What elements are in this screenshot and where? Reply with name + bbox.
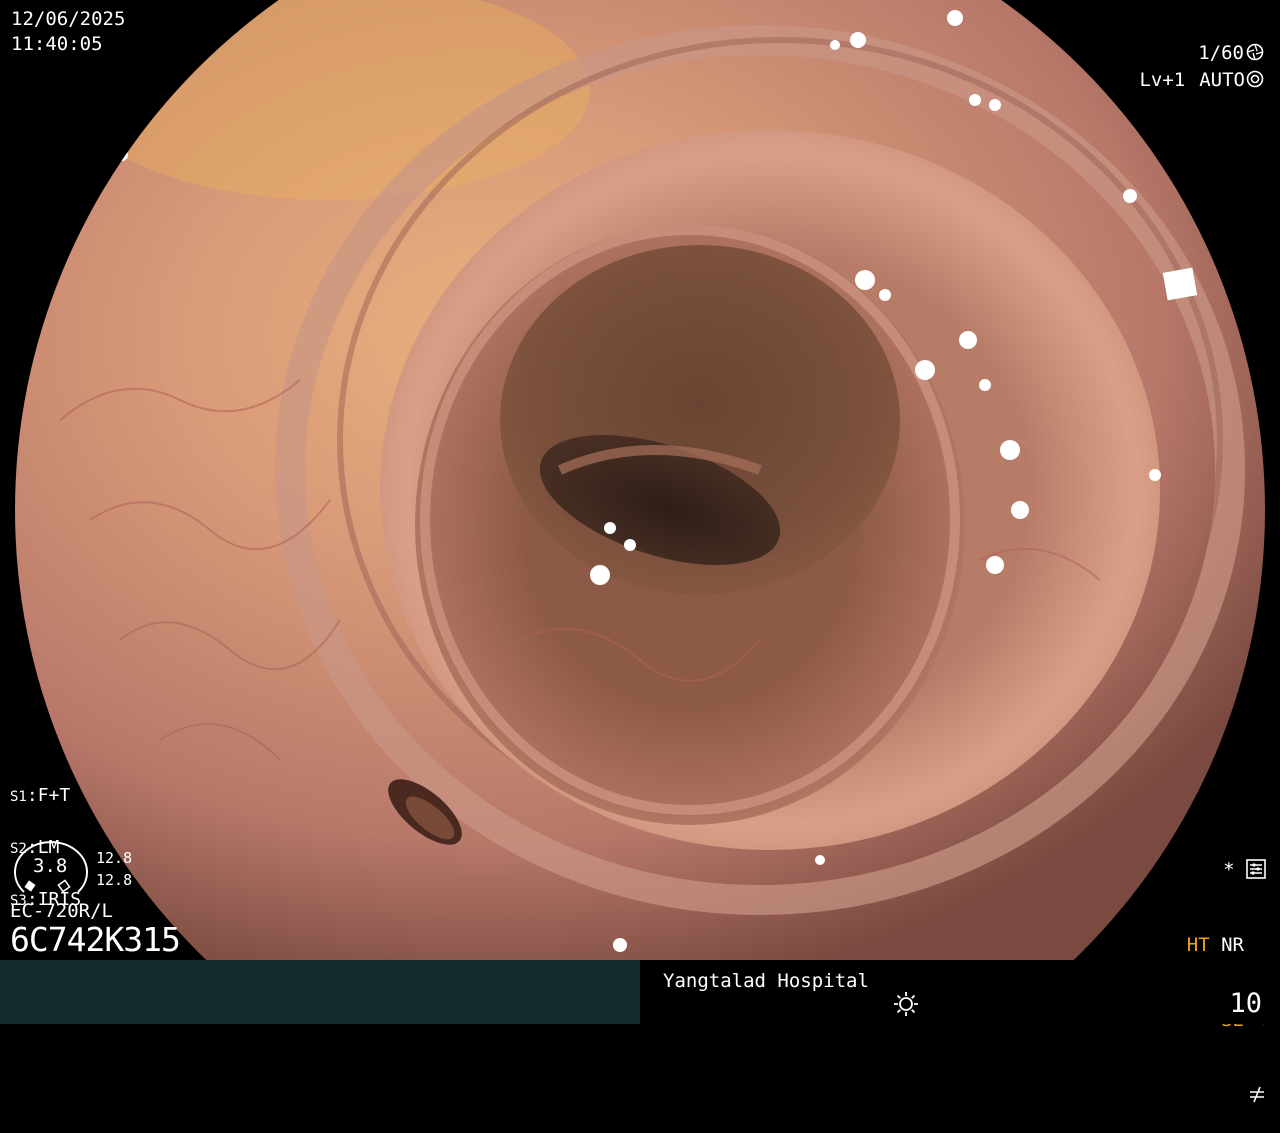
gauge-numbers: 12.8 12.8 [96,847,132,891]
scope-model: EC-720R/L [10,900,113,922]
iris-mode: AUTO [1199,69,1245,91]
gauge-bottom: 12.8 [96,871,133,889]
strike-icon [1250,1086,1264,1103]
asterisk: * [1223,859,1235,881]
level-value: Lv+1 [1139,69,1186,91]
ht-label: HT [1186,934,1210,956]
ht-nr-row: HT NR [1187,933,1266,958]
settings-icon [1246,859,1266,879]
strike-row [1187,1083,1266,1108]
gauge-top: 12.8 [96,849,133,867]
scope-serial: 6C742K315 [10,920,181,959]
s1-value: F+T [37,785,71,806]
sun-icon [894,992,918,1016]
aperture-icon [1246,43,1264,61]
light-level: Lv+1 AUTO [1139,69,1264,91]
gauge-value: 3.8 [33,855,68,877]
colon-lumen-image [15,0,1265,960]
iris-icon [1246,70,1264,88]
shutter-speed: 1/60 [1198,42,1264,64]
status-bar-left-panel [0,960,640,1024]
hospital-name: Yangtalad Hospital [663,970,869,992]
s1-key: S1 [10,789,27,805]
image-counter: 10 [1229,988,1262,1019]
settings-row: * [1187,858,1266,883]
switch-s1: S1:F+T [10,785,71,806]
date-display: 12/06/2025 [11,8,126,30]
endoscopic-view [0,0,1280,960]
nr-label: NR [1221,934,1244,956]
shutter-value: 1/60 [1198,42,1244,64]
time-display: 11:40:05 [11,33,103,55]
status-bar [0,960,1280,1024]
